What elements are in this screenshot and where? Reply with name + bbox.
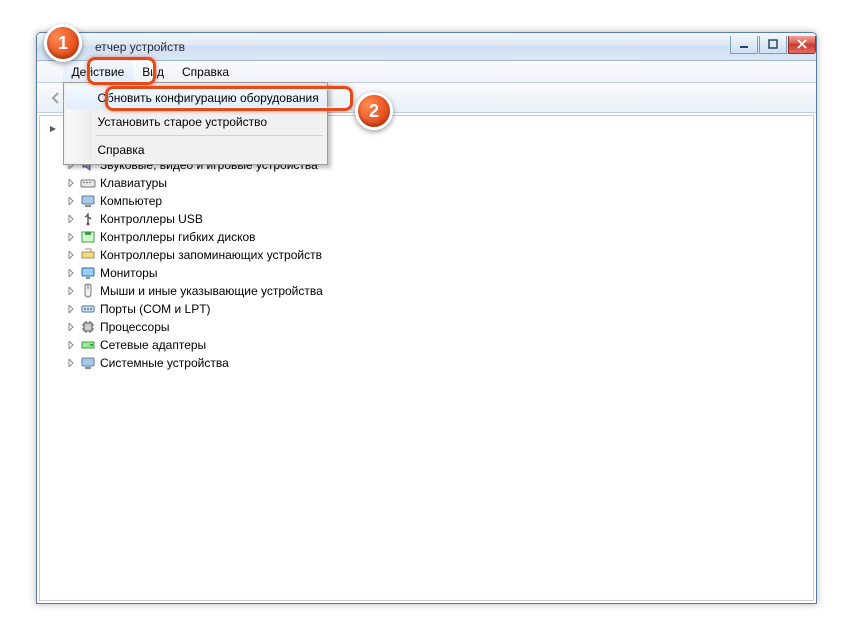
- port-icon: [80, 301, 96, 317]
- tree-item-label: Контроллеры гибких дисков: [100, 230, 256, 244]
- maximize-button[interactable]: [759, 36, 787, 54]
- expander-icon[interactable]: [66, 304, 76, 314]
- computer-icon: [80, 193, 96, 209]
- expander-icon[interactable]: [66, 286, 76, 296]
- menu-view[interactable]: Вид: [133, 61, 173, 82]
- mouse-icon: [80, 283, 96, 299]
- tree-item[interactable]: Компьютер: [48, 192, 805, 210]
- tree-item-label: Мыши и иные указывающие устройства: [100, 284, 323, 298]
- usb-icon: [80, 211, 96, 227]
- tree-item-label: Системные устройства: [100, 356, 229, 370]
- dropdown-separator: [96, 135, 323, 136]
- menubar: Файл Действие Обновить конфигурацию обор…: [37, 61, 816, 83]
- action-dropdown: Обновить конфигурацию оборудования Устан…: [63, 82, 328, 165]
- menuitem-legacy-label: Установить старое устройство: [98, 115, 268, 129]
- expander-icon[interactable]: [66, 232, 76, 242]
- tree-item[interactable]: Мониторы: [48, 264, 805, 282]
- window-title: етчер устройств: [95, 40, 185, 54]
- expander-icon[interactable]: [66, 196, 76, 206]
- tree-item[interactable]: Контроллеры гибких дисков: [48, 228, 805, 246]
- tree-item[interactable]: Сетевые адаптеры: [48, 336, 805, 354]
- tree-item[interactable]: Порты (COM и LPT): [48, 300, 805, 318]
- menu-help[interactable]: Справка: [173, 61, 238, 82]
- tree-item-label: Сетевые адаптеры: [100, 338, 206, 352]
- callout-2: 2: [355, 92, 393, 130]
- tree-item-label: Мониторы: [100, 266, 157, 280]
- tree-item-label: Компьютер: [100, 194, 162, 208]
- close-button[interactable]: [788, 36, 816, 54]
- tree-item-label: Контроллеры USB: [100, 212, 203, 226]
- callout-1: 1: [44, 24, 82, 62]
- tree-item[interactable]: Мыши и иные указывающие устройства: [48, 282, 805, 300]
- expander-icon[interactable]: [66, 358, 76, 368]
- expander-icon[interactable]: [66, 250, 76, 260]
- close-icon: [797, 39, 807, 49]
- menuitem-help[interactable]: Справка: [66, 138, 325, 161]
- menu-view-label: Вид: [142, 65, 164, 79]
- expander-icon[interactable]: [66, 268, 76, 278]
- tree-item-label: Клавиатуры: [100, 176, 167, 190]
- tree-item[interactable]: Контроллеры USB: [48, 210, 805, 228]
- floppy-controller-icon: [80, 229, 96, 245]
- expander-open-icon[interactable]: [48, 124, 58, 134]
- minimize-icon: [739, 39, 749, 49]
- system-device-icon: [80, 355, 96, 371]
- tree-item-label: Процессоры: [100, 320, 170, 334]
- expander-icon[interactable]: [66, 214, 76, 224]
- monitor-icon: [80, 265, 96, 281]
- tree-item-label: Контроллеры запоминающих устройств: [100, 248, 322, 262]
- tree-item[interactable]: Системные устройства: [48, 354, 805, 372]
- storage-controller-icon: [80, 247, 96, 263]
- keyboard-icon: [80, 175, 96, 191]
- device-manager-window: етчер устройств Файл Действие Обновить к…: [36, 32, 817, 604]
- tree-item-label: Порты (COM и LPT): [100, 302, 211, 316]
- titlebar[interactable]: етчер устройств: [37, 33, 816, 61]
- expander-icon[interactable]: [66, 178, 76, 188]
- menuitem-scan-hardware[interactable]: Обновить конфигурацию оборудования: [66, 86, 325, 109]
- tree-item[interactable]: Клавиатуры: [48, 174, 805, 192]
- tree-item[interactable]: Процессоры: [48, 318, 805, 336]
- menu-help-label: Справка: [182, 65, 229, 79]
- minimize-button[interactable]: [730, 36, 758, 54]
- menuitem-add-legacy[interactable]: Установить старое устройство: [66, 110, 325, 133]
- network-icon: [80, 337, 96, 353]
- menu-action[interactable]: Действие Обновить конфигурацию оборудова…: [63, 61, 134, 82]
- menu-action-label: Действие: [72, 65, 125, 79]
- expander-icon[interactable]: [66, 340, 76, 350]
- menuitem-help-label: Справка: [98, 143, 145, 157]
- expander-icon[interactable]: [66, 322, 76, 332]
- arrow-left-icon: [49, 91, 63, 105]
- maximize-icon: [768, 39, 778, 49]
- cpu-icon: [80, 319, 96, 335]
- tree-panel: Дисковые устройства Звуковые, видео и иг…: [39, 115, 814, 601]
- tree-item[interactable]: Контроллеры запоминающих устройств: [48, 246, 805, 264]
- menuitem-scan-label: Обновить конфигурацию оборудования: [98, 91, 319, 105]
